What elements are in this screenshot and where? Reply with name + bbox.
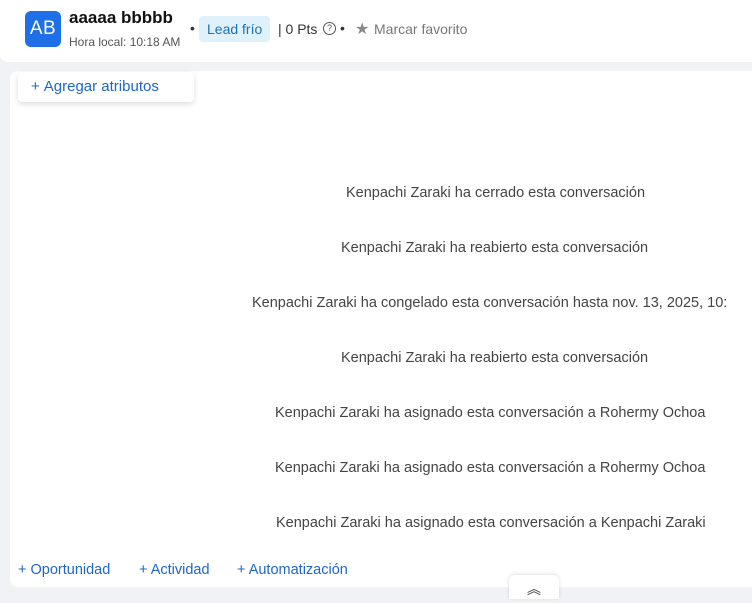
event-item: Kenpachi Zaraki ha asignado esta convers… (276, 515, 706, 531)
event-item: Kenpachi Zaraki ha cerrado esta conversa… (346, 185, 646, 201)
event-item: Kenpachi Zaraki ha reabierto esta conver… (341, 240, 649, 256)
event-item: Kenpachi Zaraki ha asignado esta convers… (275, 460, 706, 476)
event-log: Kenpachi Zaraki ha cerrado esta conversa… (10, 0, 752, 595)
add-opportunity-button[interactable]: + Oportunidad (18, 562, 110, 578)
event-item: Kenpachi Zaraki ha reabierto esta conver… (341, 350, 649, 366)
add-automation-button[interactable]: + Automatización (237, 562, 348, 578)
collapse-button[interactable]: ︽ (509, 575, 559, 599)
event-item: Kenpachi Zaraki ha asignado esta convers… (275, 405, 706, 421)
event-item: Kenpachi Zaraki ha congelado esta conver… (252, 295, 728, 311)
add-activity-button[interactable]: + Actividad (139, 562, 210, 578)
